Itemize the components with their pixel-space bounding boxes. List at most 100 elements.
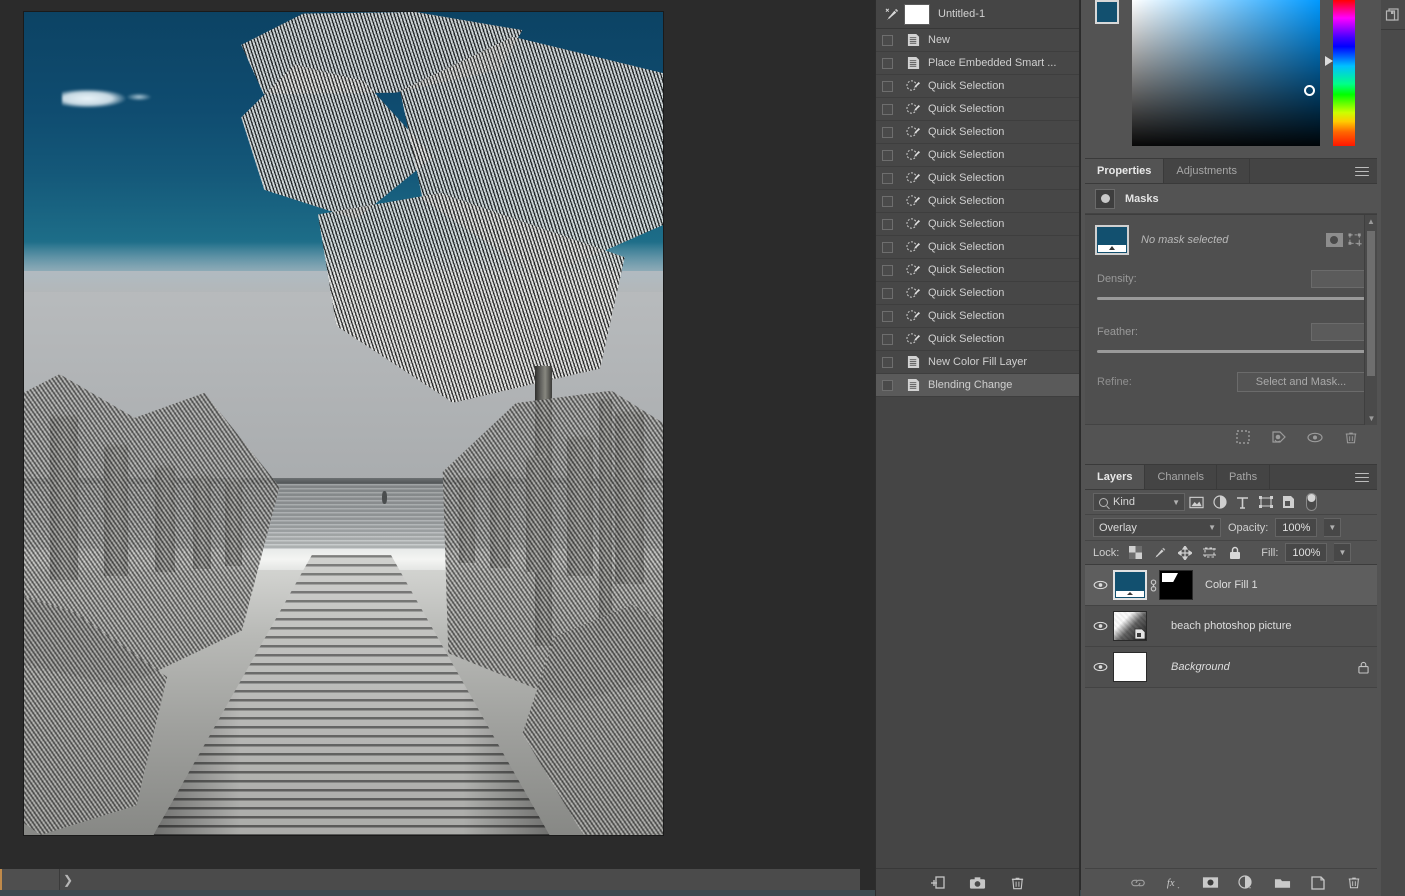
table-row[interactable]: Background <box>1085 647 1377 688</box>
layer-name[interactable]: beach photoshop picture <box>1147 620 1349 632</box>
filter-adjustment-layers-icon[interactable] <box>1208 492 1231 512</box>
history-source-checkbox[interactable] <box>882 379 893 391</box>
layer-visibility-toggle[interactable] <box>1088 662 1113 672</box>
history-source-checkbox[interactable] <box>882 80 893 92</box>
lock-all-icon[interactable] <box>1226 544 1244 562</box>
fill-value-field[interactable]: 100% <box>1285 543 1328 562</box>
tab-properties[interactable]: Properties <box>1085 159 1165 183</box>
history-source-checkbox[interactable] <box>882 34 893 46</box>
libraries-panel-button[interactable] <box>1381 0 1405 30</box>
feather-value-field[interactable] <box>1311 323 1365 341</box>
history-state-item[interactable]: Quick Selection <box>876 282 1079 305</box>
history-state-item[interactable]: Quick Selection <box>876 236 1079 259</box>
history-state-item[interactable]: Quick Selection <box>876 144 1079 167</box>
tab-channels[interactable]: Channels <box>1145 465 1217 489</box>
history-snapshot-row[interactable]: Untitled-1 <box>876 0 1079 29</box>
link-icon[interactable] <box>1147 578 1159 593</box>
history-state-item[interactable]: Place Embedded Smart ... <box>876 52 1079 75</box>
history-source-checkbox[interactable] <box>882 218 893 230</box>
layer-mask-thumbnail[interactable] <box>1159 570 1193 600</box>
load-selection-from-mask-button[interactable] <box>1235 429 1251 445</box>
select-and-mask-button[interactable]: Select and Mask... <box>1237 372 1365 392</box>
history-state-item[interactable]: Quick Selection <box>876 328 1079 351</box>
opacity-value-field[interactable]: 100% <box>1275 518 1318 537</box>
history-state-item[interactable]: Quick Selection <box>876 190 1079 213</box>
link-layers-button[interactable] <box>1129 874 1147 892</box>
history-state-item[interactable]: Quick Selection <box>876 259 1079 282</box>
feather-slider[interactable] <box>1097 350 1365 353</box>
layer-name[interactable]: Background <box>1147 661 1349 673</box>
fill-stepper-chevron-down-icon[interactable]: ▼ <box>1334 543 1352 562</box>
tab-paths[interactable]: Paths <box>1216 465 1271 489</box>
filter-type-layers-icon[interactable] <box>1231 492 1254 512</box>
hue-slider-marker-icon[interactable] <box>1325 56 1333 66</box>
filter-smart-object-icon[interactable] <box>1277 492 1300 512</box>
hue-slider[interactable] <box>1333 0 1355 150</box>
table-row[interactable]: beach photoshop picture <box>1085 606 1377 647</box>
white-background-thumbnail[interactable] <box>1113 652 1147 682</box>
history-source-checkbox[interactable] <box>882 333 893 345</box>
lock-transparent-pixels-icon[interactable] <box>1126 544 1144 562</box>
properties-panel-menu-button[interactable] <box>1355 159 1369 184</box>
color-saturation-brightness-field[interactable] <box>1132 0 1320 150</box>
layer-name[interactable]: Color Fill 1 <box>1193 579 1349 591</box>
delete-mask-button[interactable] <box>1343 429 1359 445</box>
tab-layers[interactable]: Layers <box>1085 465 1146 489</box>
mask-preview-thumbnail[interactable] <box>1095 225 1129 255</box>
new-adjustment-layer-button[interactable] <box>1237 874 1255 892</box>
layer-visibility-toggle[interactable] <box>1088 621 1113 631</box>
history-source-checkbox[interactable] <box>882 149 893 161</box>
zoom-level-field[interactable] <box>0 868 60 891</box>
history-state-item[interactable]: Quick Selection <box>876 75 1079 98</box>
history-source-checkbox[interactable] <box>882 57 893 69</box>
history-state-item[interactable]: New <box>876 29 1079 52</box>
color-fill-thumbnail[interactable] <box>1113 570 1147 600</box>
create-document-from-state-button[interactable] <box>929 874 947 892</box>
scroll-up-arrow-icon[interactable]: ▲ <box>1365 215 1377 228</box>
new-group-button[interactable] <box>1273 874 1291 892</box>
layer-visibility-toggle[interactable] <box>1088 580 1113 590</box>
history-state-item[interactable]: Quick Selection <box>876 305 1079 328</box>
history-state-list[interactable]: New Place Embedded Smart ... Quick Selecti… <box>876 29 1079 397</box>
history-source-checkbox[interactable] <box>882 310 893 322</box>
history-state-item[interactable]: New Color Fill Layer <box>876 351 1079 374</box>
blend-mode-select[interactable]: Overlay ▼ <box>1093 518 1221 537</box>
tab-adjustments[interactable]: Adjustments <box>1164 159 1250 183</box>
lock-image-pixels-icon[interactable] <box>1151 544 1169 562</box>
history-state-item[interactable]: Quick Selection <box>876 167 1079 190</box>
history-source-checkbox[interactable] <box>882 195 893 207</box>
filter-pixel-layers-icon[interactable] <box>1185 492 1208 512</box>
layer-style-button[interactable]: fx <box>1165 874 1183 892</box>
status-expand-arrow-icon[interactable]: ❯ <box>60 869 76 891</box>
toggle-mask-visibility-button[interactable] <box>1307 429 1323 445</box>
foreground-color-swatch[interactable] <box>1095 0 1119 24</box>
layers-panel-menu-button[interactable] <box>1355 465 1369 490</box>
delete-state-button[interactable] <box>1009 874 1027 892</box>
filter-shape-layers-icon[interactable] <box>1254 492 1277 512</box>
history-source-checkbox[interactable] <box>882 356 893 368</box>
history-state-item[interactable]: Quick Selection <box>876 213 1079 236</box>
new-layer-button[interactable] <box>1309 874 1327 892</box>
image-canvas[interactable] <box>24 12 663 835</box>
history-source-checkbox[interactable] <box>882 172 893 184</box>
filter-toggle-switch[interactable] <box>1300 492 1323 512</box>
history-source-checkbox[interactable] <box>882 264 893 276</box>
history-source-checkbox[interactable] <box>882 241 893 253</box>
density-slider[interactable] <box>1097 297 1365 300</box>
history-state-item[interactable]: Quick Selection <box>876 121 1079 144</box>
create-new-snapshot-button[interactable] <box>969 874 987 892</box>
history-brush-icon[interactable] <box>882 7 902 22</box>
smart-object-thumbnail[interactable] <box>1113 611 1147 641</box>
history-state-item[interactable]: Blending Change <box>876 374 1079 397</box>
opacity-stepper-chevron-down-icon[interactable]: ▼ <box>1324 518 1342 537</box>
apply-mask-button[interactable] <box>1271 429 1287 445</box>
filter-kind-select[interactable]: Kind ▼ <box>1093 493 1185 511</box>
table-row[interactable]: Color Fill 1 <box>1085 565 1377 606</box>
delete-layer-button[interactable] <box>1345 874 1363 892</box>
history-source-checkbox[interactable] <box>882 126 893 138</box>
properties-scrollbar[interactable]: ▲ ▼ <box>1364 215 1377 425</box>
history-state-item[interactable]: Quick Selection <box>876 98 1079 121</box>
density-value-field[interactable] <box>1311 270 1365 288</box>
add-layer-mask-button[interactable] <box>1201 874 1219 892</box>
history-source-checkbox[interactable] <box>882 103 893 115</box>
